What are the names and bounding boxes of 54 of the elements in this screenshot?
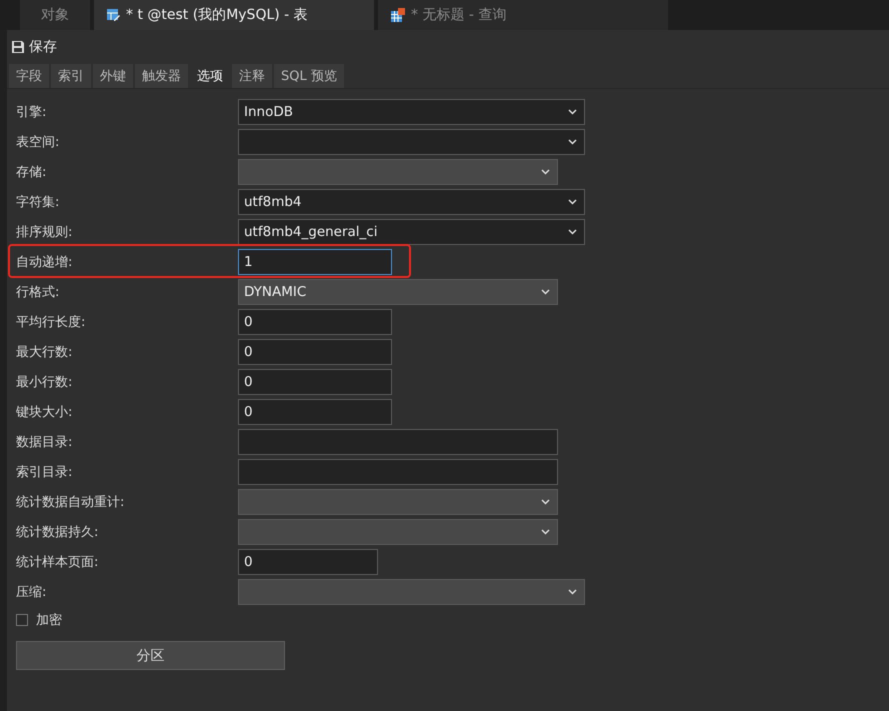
tab[interactable]: 字段 <box>9 64 49 88</box>
input-field[interactable]: 0 <box>238 549 378 575</box>
input-field[interactable]: 0 <box>238 399 392 425</box>
tab[interactable]: 索引 <box>51 64 91 88</box>
table-query-icon <box>390 8 405 22</box>
field-label: 排序规则: <box>16 224 74 241</box>
checkbox[interactable] <box>16 614 28 626</box>
input-field[interactable]: 1 <box>238 249 392 275</box>
tab[interactable]: 触发器 <box>135 64 188 88</box>
field-label: 自动递增: <box>16 254 74 271</box>
chevron-down-icon <box>568 109 577 115</box>
input-field[interactable] <box>238 429 558 455</box>
chevron-down-icon <box>541 169 550 175</box>
dropdown[interactable]: utf8mb4 <box>238 189 585 215</box>
chevron-down-icon <box>541 529 550 535</box>
tab[interactable]: SQL 预览 <box>274 64 344 88</box>
field-label: 数据目录: <box>16 434 74 451</box>
field-label: 行格式: <box>16 284 60 301</box>
field-label: 表空间: <box>16 134 60 151</box>
document-tab[interactable]: * 无标题 - 查询 <box>378 0 668 30</box>
field-label: 统计数据自动重计: <box>16 494 126 511</box>
checkbox-label: 加密 <box>36 612 62 629</box>
input-field[interactable]: 0 <box>238 339 392 365</box>
input-field[interactable]: 0 <box>238 369 392 395</box>
field-label: 字符集: <box>16 194 60 211</box>
field-label: 最大行数: <box>16 344 74 361</box>
tab[interactable]: 注释 <box>232 64 272 88</box>
table-edit-icon <box>106 8 120 22</box>
field-label: 存储: <box>16 164 48 181</box>
field-label: 平均行长度: <box>16 314 86 331</box>
dropdown[interactable]: utf8mb4_general_ci <box>238 219 585 245</box>
chevron-down-icon <box>568 199 577 205</box>
dropdown[interactable] <box>238 129 585 155</box>
field-label: 压缩: <box>16 584 48 601</box>
partition-button[interactable]: 分区 <box>16 641 285 670</box>
save-icon <box>11 40 25 54</box>
chevron-down-icon <box>568 229 577 235</box>
input-field[interactable] <box>238 459 558 485</box>
field-label: 最小行数: <box>16 374 74 391</box>
field-label: 统计样本页面: <box>16 554 100 571</box>
field-label: 键块大小: <box>16 404 74 421</box>
input-field[interactable]: 0 <box>238 309 392 335</box>
document-tab[interactable]: 对象 <box>20 0 90 30</box>
tab[interactable]: 外键 <box>93 64 133 88</box>
dropdown[interactable]: InnoDB <box>238 99 585 125</box>
chevron-down-icon <box>568 589 577 595</box>
field-label: 统计数据持久: <box>16 524 100 541</box>
chevron-down-icon <box>541 499 550 505</box>
field-label: 引擎: <box>16 104 48 121</box>
document-tab[interactable]: * t @test (我的MySQL) - 表 <box>94 0 374 30</box>
field-label: 索引目录: <box>16 464 74 481</box>
save-button[interactable]: 保存 <box>11 38 57 56</box>
chevron-down-icon <box>568 139 577 145</box>
chevron-down-icon <box>541 289 550 295</box>
